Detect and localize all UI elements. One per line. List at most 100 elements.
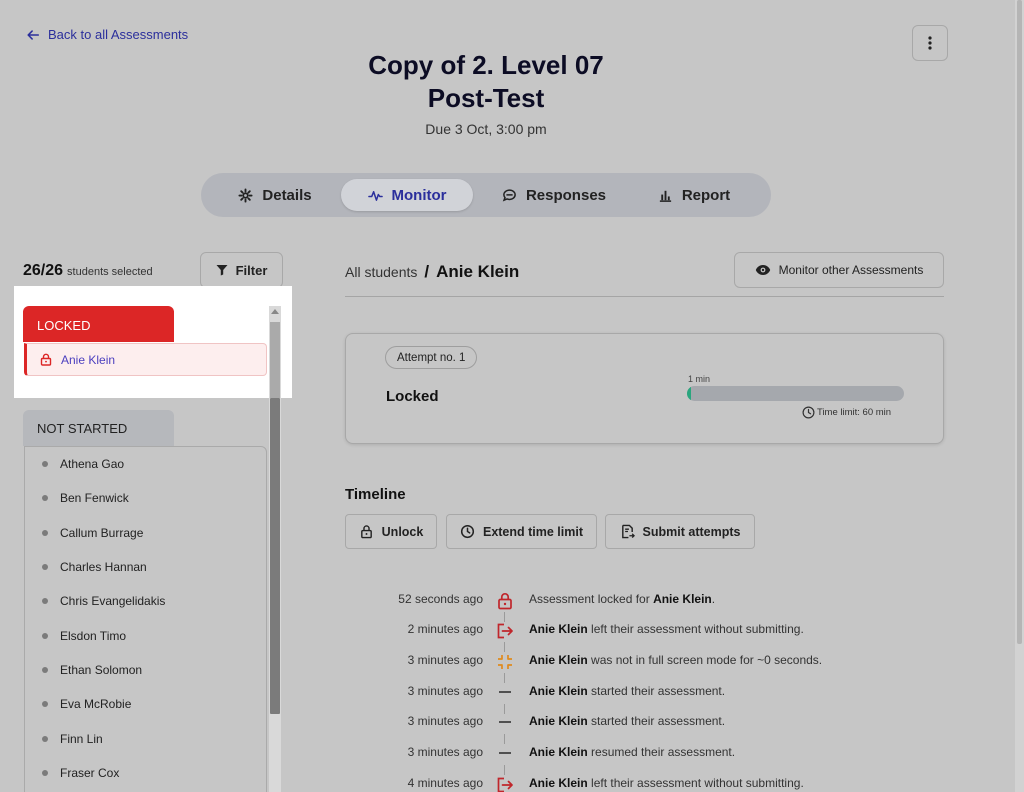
funnel-icon — [216, 265, 228, 276]
timeline-event: 4 minutes ago Anie Klein left their asse… — [345, 776, 945, 792]
sidebar-scrollbar-track-segment — [270, 322, 280, 398]
status-dot — [42, 461, 48, 467]
student-name: Finn Lin — [60, 732, 103, 746]
event-text: Anie Klein resumed their assessment. — [529, 745, 736, 759]
student-name: Ethan Solomon — [60, 663, 143, 677]
list-item[interactable]: Chris Evangelidakis — [42, 594, 165, 608]
timeline-connector — [504, 612, 505, 622]
student-name: Athena Gao — [60, 457, 125, 471]
unlock-button[interactable]: Unlock — [345, 514, 437, 549]
dash-icon — [499, 691, 511, 693]
student-name: Chris Evangelidakis — [60, 594, 166, 608]
time-progress-fill — [687, 386, 691, 401]
filter-button[interactable]: Filter — [200, 252, 283, 288]
not-started-list: Athena Gao Ben Fenwick Callum Burrage Ch… — [24, 446, 267, 792]
list-item[interactable]: Charles Hannan — [42, 560, 147, 574]
chat-icon — [502, 188, 516, 202]
title-line-2: Post-Test — [427, 83, 545, 113]
sidebar-scrollbar-thumb[interactable] — [270, 398, 280, 714]
timeline-title: Timeline — [345, 486, 406, 503]
student-name: Callum Burrage — [60, 526, 144, 540]
clock-icon — [802, 406, 815, 419]
list-item[interactable]: Finn Lin — [42, 732, 103, 746]
event-time: 3 minutes ago — [407, 653, 483, 667]
page-title: Copy of 2. Level 07 Post-Test — [300, 49, 672, 115]
pulse-icon — [367, 190, 383, 201]
status-dot — [42, 633, 48, 639]
gear-icon — [238, 187, 253, 203]
locked-student-name: Anie Klein — [61, 352, 116, 367]
exit-icon — [497, 623, 513, 639]
extend-time-limit-button[interactable]: Extend time limit — [446, 514, 597, 549]
unlock-label: Unlock — [381, 524, 424, 539]
time-progress-bar — [687, 386, 904, 401]
tab-details[interactable]: Details — [211, 179, 339, 211]
timeline-connector — [504, 673, 505, 683]
page-scrollbar-thumb[interactable] — [1017, 0, 1022, 644]
student-selection-count: 26/26 students selected — [23, 262, 153, 280]
list-item[interactable]: Eva McRobie — [42, 697, 131, 711]
selected-count: 26/26 — [23, 262, 64, 279]
status-dot — [42, 530, 48, 536]
student-name: Elsdon Timo — [60, 629, 127, 643]
timeline-event: 3 minutes ago Anie Klein started their a… — [345, 714, 945, 734]
list-item[interactable]: Ben Fenwick — [42, 491, 129, 505]
list-item[interactable]: Athena Gao — [42, 457, 124, 471]
event-time: 2 minutes ago — [407, 622, 483, 636]
timeline-connector — [504, 642, 505, 652]
exit-icon — [497, 777, 513, 792]
tab-monitor[interactable]: Monitor — [341, 179, 473, 211]
list-item[interactable]: Callum Burrage — [42, 526, 143, 540]
list-item[interactable]: Elsdon Timo — [42, 629, 126, 643]
scroll-up-arrow-icon[interactable] — [271, 309, 279, 314]
attempt-number-badge: Attempt no. 1 — [385, 346, 478, 369]
tab-monitor-label: Monitor — [391, 186, 447, 204]
filter-label: Filter — [235, 262, 268, 278]
clock-icon — [460, 524, 475, 539]
more-options-button[interactable] — [912, 25, 948, 61]
monitor-other-assessments-button[interactable]: Monitor other Assessments — [734, 252, 944, 288]
tab-bar: Details Monitor Responses Report — [201, 173, 771, 217]
breadcrumb-all-students[interactable]: All students — [345, 264, 417, 280]
event-text: Anie Klein was not in full screen mode f… — [529, 653, 823, 667]
tab-responses[interactable]: Responses — [477, 179, 631, 211]
event-text: Anie Klein left their assessment without… — [529, 776, 804, 790]
timeline-event: 3 minutes ago Anie Klein started their a… — [345, 684, 945, 704]
status-dot — [42, 770, 48, 776]
list-item[interactable]: Ethan Solomon — [42, 663, 142, 677]
tab-report-label: Report — [681, 186, 731, 204]
submit-attempts-label: Submit attempts — [642, 524, 741, 539]
timeline-connector — [504, 704, 505, 714]
event-time: 4 minutes ago — [407, 776, 483, 790]
event-time: 3 minutes ago — [407, 714, 483, 728]
eye-icon — [755, 265, 770, 275]
timeline-connector — [504, 765, 505, 775]
student-name: Eva McRobie — [60, 697, 132, 711]
arrow-left-icon — [27, 29, 40, 40]
extend-time-label: Extend time limit — [482, 524, 584, 539]
unlock-icon — [360, 525, 372, 539]
dash-icon — [499, 721, 511, 723]
timeline-event: 3 minutes ago Anie Klein resumed their a… — [345, 745, 945, 765]
due-date: Due 3 Oct, 3:00 pm — [425, 121, 547, 137]
dash-icon — [499, 752, 511, 754]
header-divider — [345, 296, 944, 297]
breadcrumb: All students / Anie Klein — [345, 262, 519, 282]
status-dot — [42, 701, 48, 707]
attempt-status: Locked — [386, 388, 439, 405]
back-link-label: Back to all Assessments — [48, 27, 189, 42]
timeline-event: 3 minutes ago Anie Klein was not in full… — [345, 653, 945, 673]
locked-student-item[interactable]: Anie Klein — [24, 343, 267, 376]
list-item[interactable]: Fraser Cox — [42, 766, 119, 780]
lock-icon — [498, 593, 512, 610]
back-to-assessments-link[interactable]: Back to all Assessments — [26, 27, 188, 42]
student-name: Fraser Cox — [60, 766, 120, 780]
submit-attempts-button[interactable]: Submit attempts — [605, 514, 755, 549]
locked-group-header: LOCKED — [23, 306, 174, 342]
timeline-event: 2 minutes ago Anie Klein left their asse… — [345, 622, 945, 642]
tab-report[interactable]: Report — [635, 179, 753, 211]
status-dot — [42, 564, 48, 570]
student-name: Ben Fenwick — [60, 491, 129, 505]
time-limit: Time limit: 60 min — [802, 406, 891, 419]
breadcrumb-current-student: Anie Klein — [436, 262, 520, 281]
